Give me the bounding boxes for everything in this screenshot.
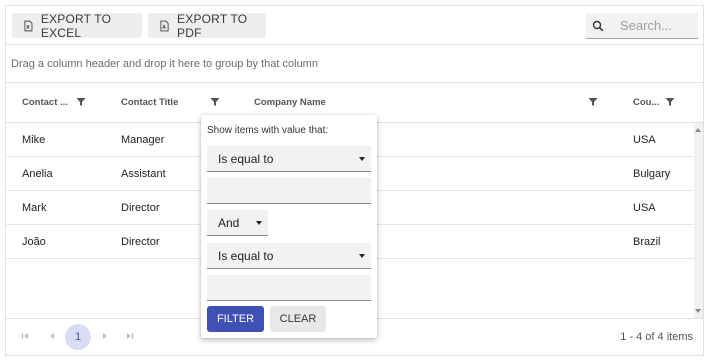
- chevron-down-icon: [256, 220, 262, 225]
- export-excel-label: EXPORT TO EXCEL: [40, 11, 112, 40]
- search-placeholder: Search...: [620, 18, 673, 33]
- chevron-down-icon: [359, 253, 365, 258]
- pager-info: 1 - 4 of 4 items: [620, 331, 693, 343]
- cell-country: Brazil: [633, 236, 661, 248]
- filter-operator-value-2: Is equal to: [218, 249, 274, 263]
- search-input[interactable]: Search...: [586, 13, 698, 39]
- column-header-title[interactable]: Contact Title: [121, 83, 178, 123]
- filter-operator-select-1[interactable]: Is equal to: [207, 146, 371, 172]
- filter-logic-value: And: [218, 216, 240, 230]
- cell-contact: João: [22, 236, 46, 248]
- cell-country: USA: [633, 202, 656, 214]
- page-number-current[interactable]: 1: [65, 324, 91, 350]
- filter-icon[interactable]: [588, 97, 598, 107]
- cell-title: Manager: [121, 134, 165, 146]
- pdf-file-icon: [160, 20, 169, 31]
- column-header-country[interactable]: Cou...: [633, 83, 659, 123]
- group-panel[interactable]: Drag a column header and drop it here to…: [6, 45, 703, 83]
- filter-logic-select[interactable]: And: [207, 210, 268, 236]
- next-page-icon[interactable]: [101, 332, 109, 340]
- scroll-down-icon[interactable]: [695, 309, 701, 313]
- export-excel-button[interactable]: EXPORT TO EXCEL: [12, 11, 142, 40]
- filter-menu: Show items with value that: Is equal to …: [201, 115, 377, 338]
- scroll-up-icon[interactable]: [695, 128, 701, 132]
- cell-contact: Mark: [22, 202, 47, 214]
- cell-contact: Anelia: [22, 168, 53, 180]
- cell-country: USA: [633, 134, 656, 146]
- filter-value-input-1[interactable]: [207, 178, 371, 204]
- previous-page-icon[interactable]: [48, 332, 56, 340]
- filter-button[interactable]: FILTER: [207, 306, 264, 332]
- filter-icon[interactable]: [76, 97, 86, 107]
- vertical-scrollbar[interactable]: [694, 123, 703, 318]
- clear-button[interactable]: CLEAR: [270, 306, 326, 332]
- cell-title: Assistant: [121, 168, 166, 180]
- filter-operator-select-2[interactable]: Is equal to: [207, 243, 371, 269]
- cell-title: Director: [121, 202, 160, 214]
- last-page-icon[interactable]: [126, 332, 134, 340]
- chevron-down-icon: [359, 156, 365, 161]
- filter-value-input-2[interactable]: [207, 275, 371, 301]
- group-panel-hint: Drag a column header and drop it here to…: [11, 58, 318, 70]
- cell-country: Bulgary: [633, 168, 671, 180]
- first-page-icon[interactable]: [21, 332, 29, 340]
- filter-icon[interactable]: [210, 97, 220, 107]
- export-pdf-label: EXPORT TO PDF: [177, 11, 248, 40]
- cell-contact: Mike: [22, 134, 46, 146]
- search-icon: [592, 20, 604, 31]
- column-header-contact[interactable]: Contact ...: [22, 83, 68, 123]
- export-pdf-button[interactable]: EXPORT TO PDF: [148, 11, 266, 40]
- grid-toolbar: EXPORT TO EXCEL EXPORT TO PDF Search...: [6, 6, 703, 45]
- filter-operator-value-1: Is equal to: [218, 152, 274, 166]
- excel-file-icon: [24, 20, 33, 31]
- filter-icon[interactable]: [665, 97, 675, 107]
- cell-title: Director: [121, 236, 160, 248]
- filter-menu-title: Show items with value that:: [207, 125, 329, 136]
